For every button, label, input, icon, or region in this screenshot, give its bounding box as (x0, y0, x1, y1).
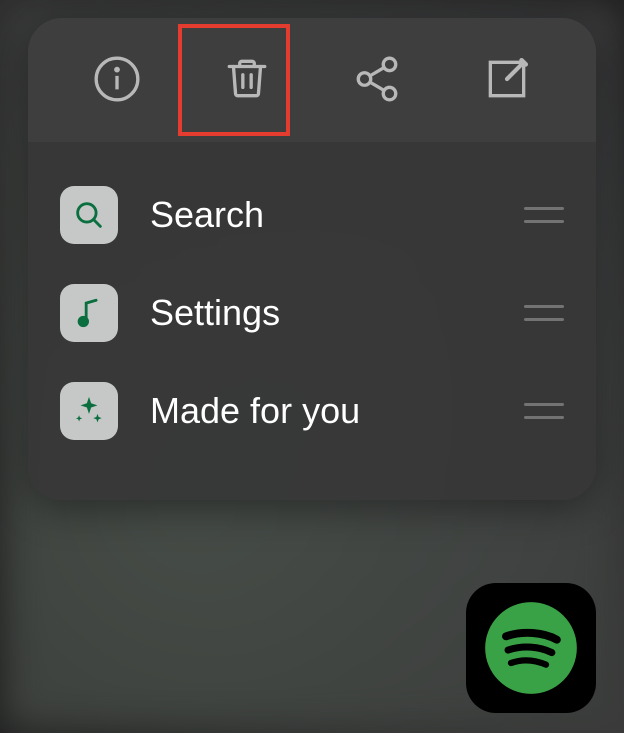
music-note-icon-tile (60, 284, 118, 342)
search-icon (72, 198, 106, 232)
drag-handle-icon[interactable] (524, 195, 564, 235)
context-menu-popup: Search Settings (28, 18, 596, 500)
info-button[interactable] (78, 40, 156, 118)
share-icon (352, 54, 402, 104)
shortcut-made-for-you[interactable]: Made for you (52, 362, 572, 460)
trash-icon (222, 54, 272, 104)
spotify-logo-icon (481, 598, 581, 698)
drag-handle-icon[interactable] (524, 293, 564, 333)
delete-button[interactable] (208, 40, 286, 118)
sparkle-icon-tile (60, 382, 118, 440)
info-icon (92, 54, 142, 104)
shortcut-label: Made for you (150, 390, 524, 432)
spotify-app-icon[interactable] (466, 583, 596, 713)
shortcut-list: Search Settings (28, 142, 596, 500)
share-button[interactable] (338, 40, 416, 118)
drag-handle-icon[interactable] (524, 391, 564, 431)
shortcut-label: Search (150, 194, 524, 236)
shortcut-settings[interactable]: Settings (52, 264, 572, 362)
shortcut-search[interactable]: Search (52, 166, 572, 264)
music-note-icon (72, 296, 106, 330)
edit-icon (482, 54, 532, 104)
action-toolbar (28, 18, 596, 142)
search-icon-tile (60, 186, 118, 244)
sparkle-icon (72, 394, 106, 428)
shortcut-label: Settings (150, 292, 524, 334)
edit-button[interactable] (468, 40, 546, 118)
